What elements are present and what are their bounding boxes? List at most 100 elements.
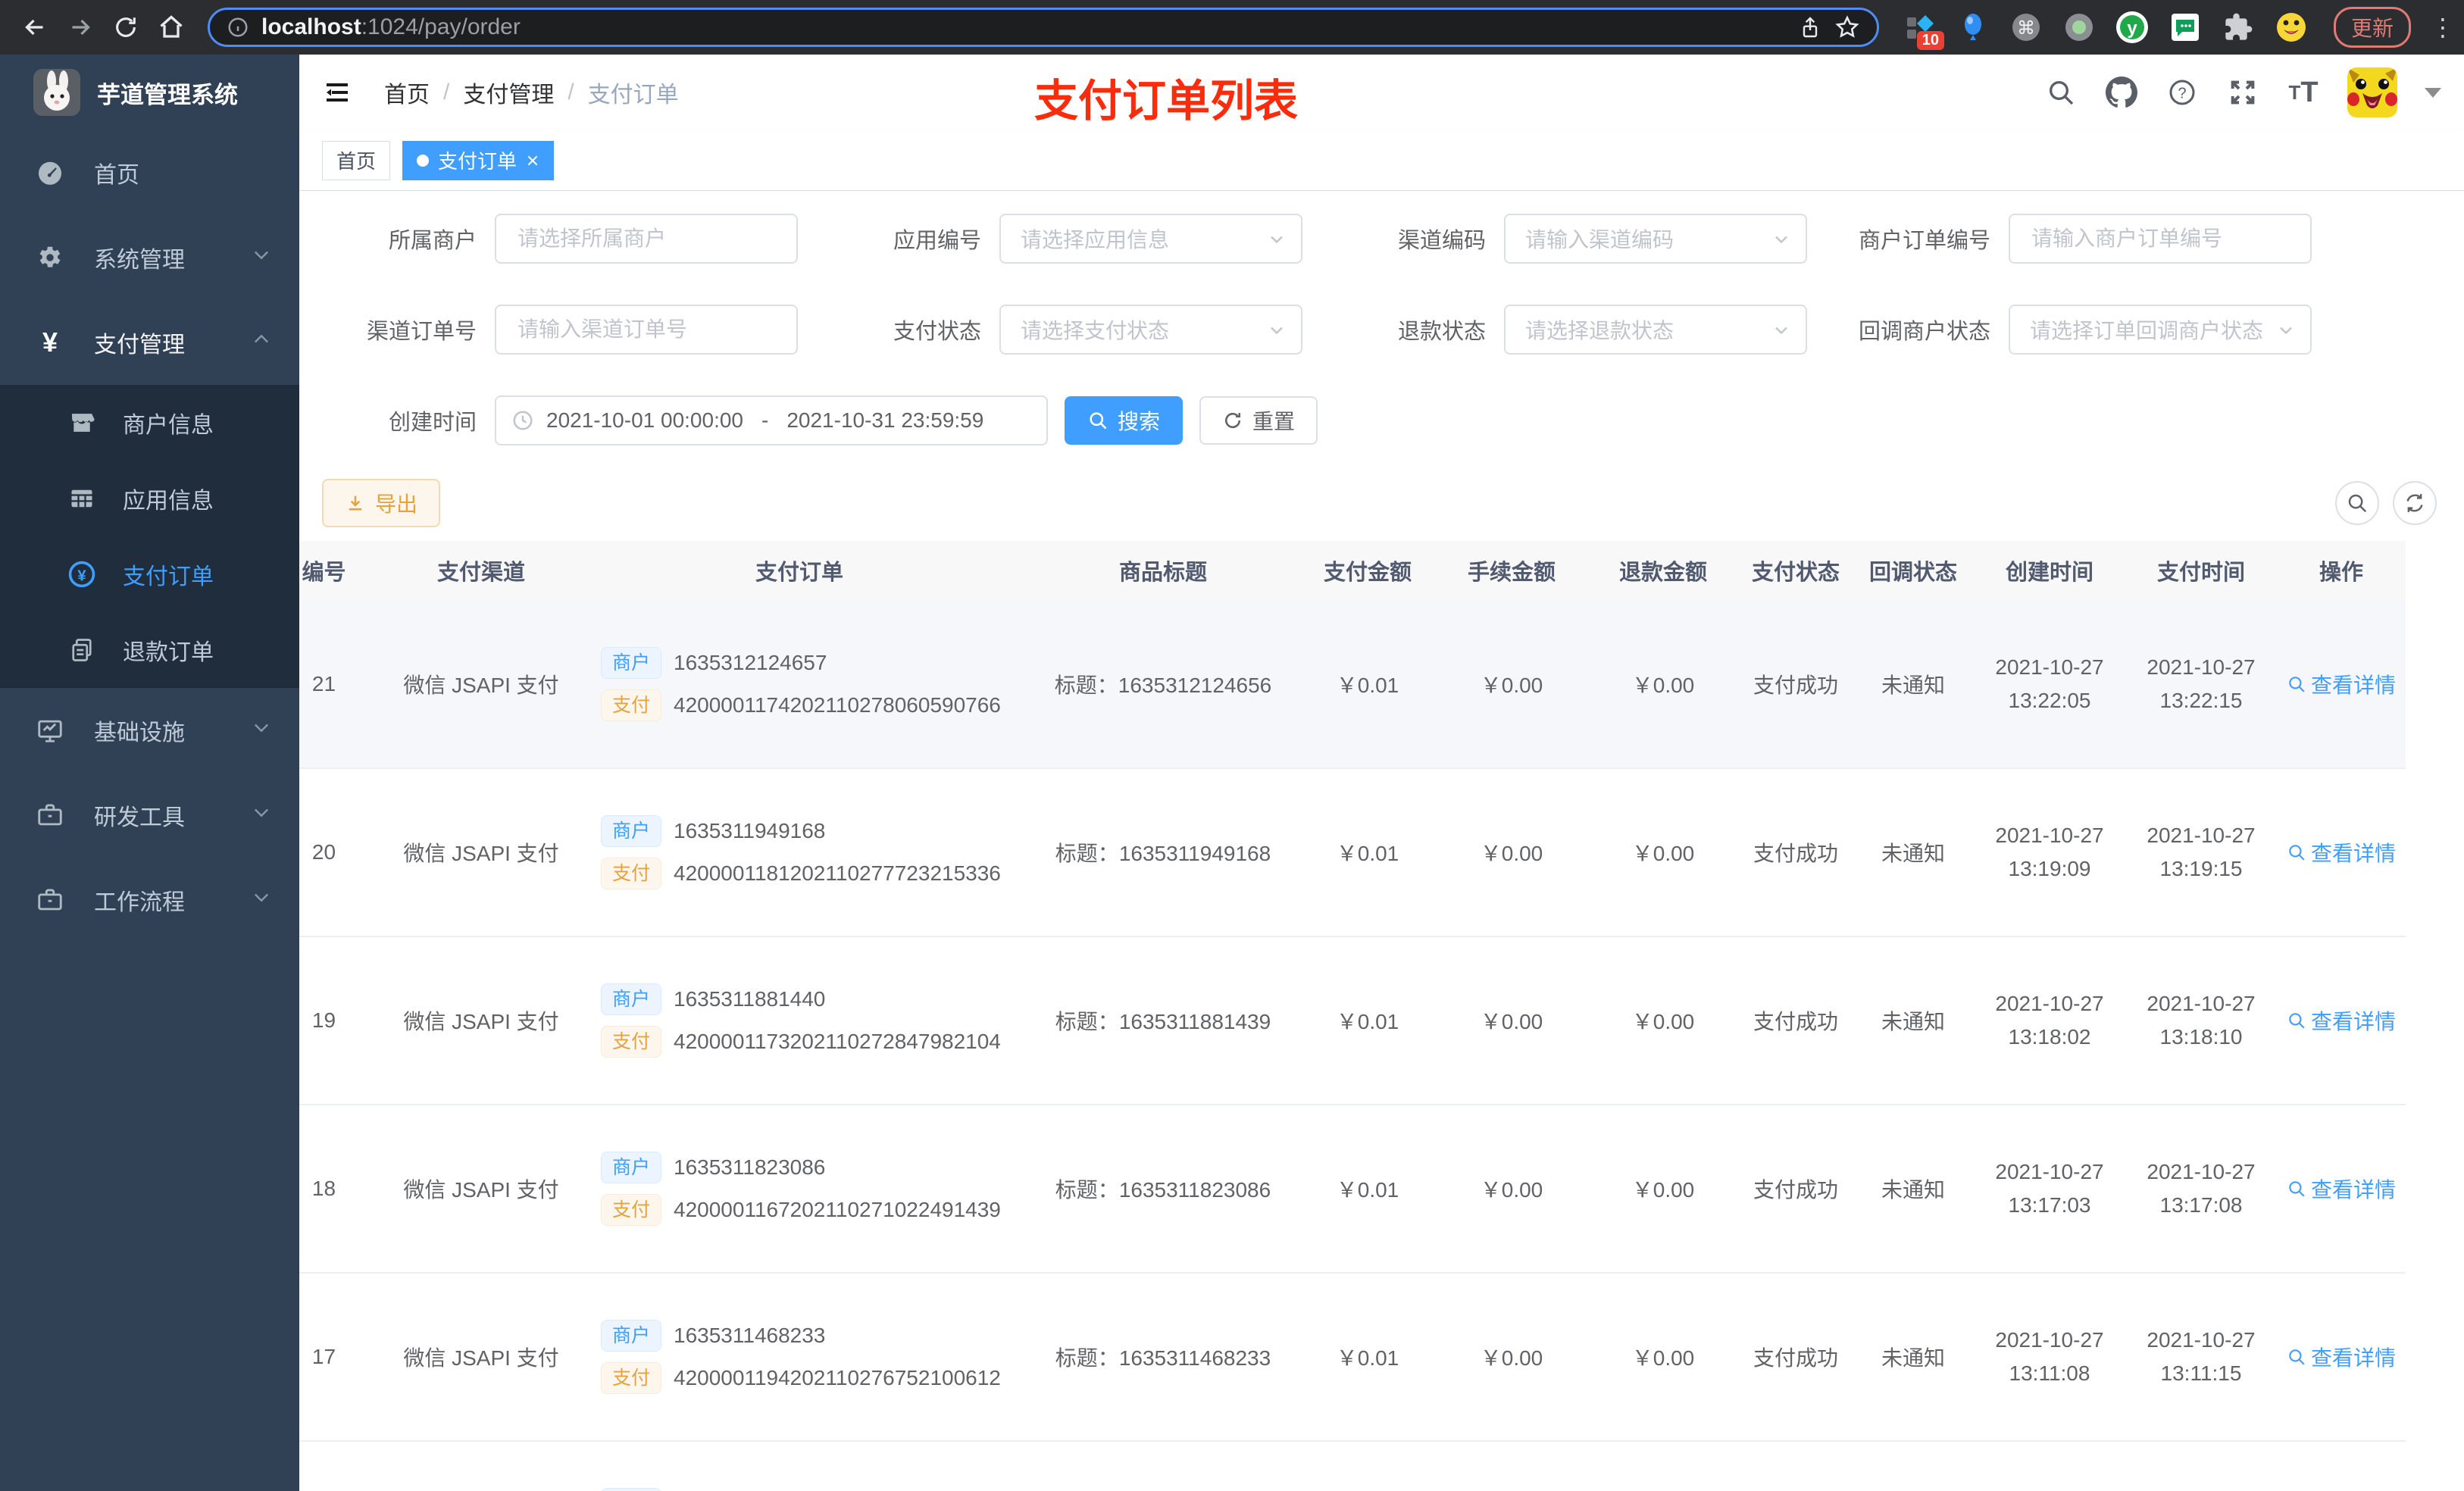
view-detail-link[interactable]: 查看详情 — [2287, 1005, 2396, 1036]
sidebar-toggle-icon[interactable] — [321, 76, 354, 109]
pay-tag-badge: 支付 — [601, 1362, 662, 1394]
channel-order-no-input[interactable] — [516, 317, 777, 342]
search-button[interactable]: 搜索 — [1065, 396, 1184, 445]
browser-home-button[interactable] — [152, 8, 191, 47]
share-icon[interactable] — [1798, 15, 1822, 39]
date-range-picker[interactable]: 2021-10-01 00:00:00 - 2021-10-31 23:59:5… — [495, 395, 1048, 445]
pikachu-avatar-icon — [2347, 67, 2397, 117]
search-icon — [2289, 1349, 2305, 1365]
breadcrumb-separator: / — [568, 80, 574, 105]
notify-status-select[interactable]: 请选择订单回调商户状态 — [2009, 305, 2312, 355]
filter-notify-status: 回调商户状态 请选择订单回调商户状态 — [1836, 305, 2340, 355]
view-detail-link[interactable]: 查看详情 — [2287, 1174, 2396, 1204]
cell-created: 2021-10-27 13:17:03 — [1974, 1105, 2125, 1274]
font-size-icon[interactable]: TT — [2287, 76, 2320, 109]
merchant-select[interactable] — [495, 214, 798, 264]
sidebar-item-pay-order[interactable]: ¥ 支付订单 — [0, 536, 299, 612]
table-row[interactable]: 17 微信 JSAPI 支付 商户 1635311468233 支付 42000… — [299, 1273, 2406, 1442]
cell-refund: ￥0.00 — [1587, 1105, 1739, 1274]
table-row[interactable]: 19 微信 JSAPI 支付 商户 1635311881440 支付 42000… — [299, 936, 2406, 1105]
back-icon — [25, 19, 43, 36]
sidebar-item-app-info[interactable]: 应用信息 — [0, 461, 299, 536]
app-id-select[interactable]: 请选择应用信息 — [999, 214, 1302, 264]
merchant-tag-badge: 商户 — [601, 1320, 662, 1352]
rabbit-logo-icon — [33, 69, 80, 116]
sidebar-item-devtools[interactable]: 研发工具 — [0, 773, 299, 858]
sidebar-item-pay[interactable]: ¥ 支付管理 — [0, 300, 299, 385]
sidebar-item-infra[interactable]: 基础设施 — [0, 688, 299, 773]
table-row[interactable]: 18 微信 JSAPI 支付 商户 1635311823086 支付 42000… — [299, 1105, 2406, 1274]
merchant-order-no-input[interactable] — [2030, 226, 2290, 252]
sidebar-logo[interactable]: 芋道管理系统 — [0, 55, 299, 130]
briefcase-icon — [35, 885, 65, 915]
extension-balloon-icon[interactable] — [1956, 11, 1990, 44]
search-icon[interactable] — [2044, 76, 2078, 109]
search-icon — [2289, 1013, 2305, 1029]
extensions-puzzle-icon[interactable] — [2222, 11, 2255, 44]
merchant-input[interactable] — [516, 226, 777, 252]
toggle-search-button[interactable] — [2335, 481, 2379, 525]
refresh-table-button[interactable] — [2393, 481, 2437, 525]
extension-record-icon[interactable] — [2062, 11, 2096, 44]
table-row[interactable]: 商户 1635311351796 支付 标题： 查看详情 — [299, 1441, 2406, 1491]
browser-forward-button[interactable] — [61, 8, 100, 47]
browser-chrome: localhost:1024/pay/order 10 ⌘ y 更新 ⋮ — [0, 0, 2464, 55]
sidebar-item-workflow[interactable]: 工作流程 — [0, 858, 299, 942]
table-row[interactable]: 21 微信 JSAPI 支付 商户 1635312124657 支付 42000… — [299, 600, 2406, 769]
dashboard-icon — [35, 158, 65, 188]
breadcrumb-home[interactable]: 首页 — [384, 76, 430, 109]
filter-channel-code: 渠道编码 请输入渠道编码 — [1331, 214, 1836, 264]
table-row[interactable]: 20 微信 JSAPI 支付 商户 1635311949168 支付 42000… — [299, 768, 2406, 937]
tab-close-icon[interactable] — [526, 154, 539, 167]
cell-notify: 未通知 — [1853, 1273, 1974, 1442]
channel-order-no-field[interactable] — [495, 305, 798, 355]
browser-back-button[interactable] — [15, 8, 55, 47]
tab-home[interactable]: 首页 — [322, 140, 391, 180]
cell-amount: ￥0.01 — [1299, 600, 1436, 769]
export-button[interactable]: 导出 — [322, 479, 441, 527]
browser-update-button[interactable]: 更新 — [2333, 7, 2411, 48]
sidebar-item-merchant-info[interactable]: 商户信息 — [0, 385, 299, 461]
view-detail-link[interactable]: 查看详情 — [2287, 1342, 2396, 1372]
github-icon[interactable] — [2105, 76, 2138, 109]
tab-label: 首页 — [336, 150, 377, 173]
view-detail-link[interactable]: 查看详情 — [2287, 669, 2396, 699]
cell-channel: 微信 JSAPI 支付 — [390, 936, 572, 1105]
reset-button[interactable]: 重置 — [1199, 396, 1318, 445]
filter-label: 支付状态 — [893, 320, 981, 344]
cell-amount: ￥0.01 — [1299, 1273, 1436, 1442]
channel-pay-no: 4200001167202110271022491439 — [674, 1198, 1001, 1221]
sidebar-item-refund-order[interactable]: 退款订单 — [0, 612, 299, 688]
search-icon — [2289, 845, 2305, 861]
sidebar-item-label: 应用信息 — [123, 489, 214, 514]
merchant-order-no-field[interactable] — [2009, 214, 2312, 264]
channel-code-select[interactable]: 请输入渠道编码 — [1504, 214, 1807, 264]
view-detail-link[interactable]: 查看详情 — [2287, 837, 2396, 867]
browser-menu-icon[interactable]: ⋮ — [2431, 13, 2455, 42]
extension-chat-icon[interactable] — [2169, 11, 2202, 44]
extension-command-icon[interactable]: ⌘ — [2009, 11, 2043, 44]
select-placeholder: 请选择应用信息 — [1021, 228, 1170, 252]
user-menu-caret-icon[interactable] — [2425, 87, 2441, 98]
tab-pay-order[interactable]: 支付订单 — [402, 140, 555, 180]
help-icon[interactable]: ? — [2165, 76, 2199, 109]
refund-status-select[interactable]: 请选择退款状态 — [1504, 305, 1807, 355]
url-bar[interactable]: localhost:1024/pay/order — [208, 8, 1879, 47]
cell-channel: 微信 JSAPI 支付 — [390, 1273, 572, 1442]
browser-reload-button[interactable] — [106, 8, 145, 47]
user-avatar[interactable] — [2347, 67, 2397, 117]
date-start: 2021-10-01 00:00:00 — [546, 408, 743, 432]
document-copy-icon — [67, 635, 97, 665]
pay-status-select[interactable]: 请选择支付状态 — [999, 305, 1302, 355]
breadcrumb-pay[interactable]: 支付管理 — [463, 76, 554, 109]
sidebar-item-system[interactable]: 系统管理 — [0, 215, 299, 300]
profile-emoji-icon[interactable] — [2275, 11, 2308, 44]
sidebar: 芋道管理系统 首页 系统管理 ¥ 支付管理 商户信息 应用信息 ¥ 支付订单 退… — [0, 55, 299, 1491]
extension-y-icon[interactable]: y — [2115, 11, 2149, 44]
filter-refund-status: 退款状态 请选择退款状态 — [1331, 305, 1836, 355]
bookmark-star-icon[interactable] — [1834, 14, 1860, 40]
extension-tabs-icon[interactable]: 10 — [1903, 11, 1944, 50]
fullscreen-icon[interactable] — [2226, 76, 2259, 109]
cell-channel: 微信 JSAPI 支付 — [390, 768, 572, 937]
sidebar-item-home[interactable]: 首页 — [0, 130, 299, 215]
